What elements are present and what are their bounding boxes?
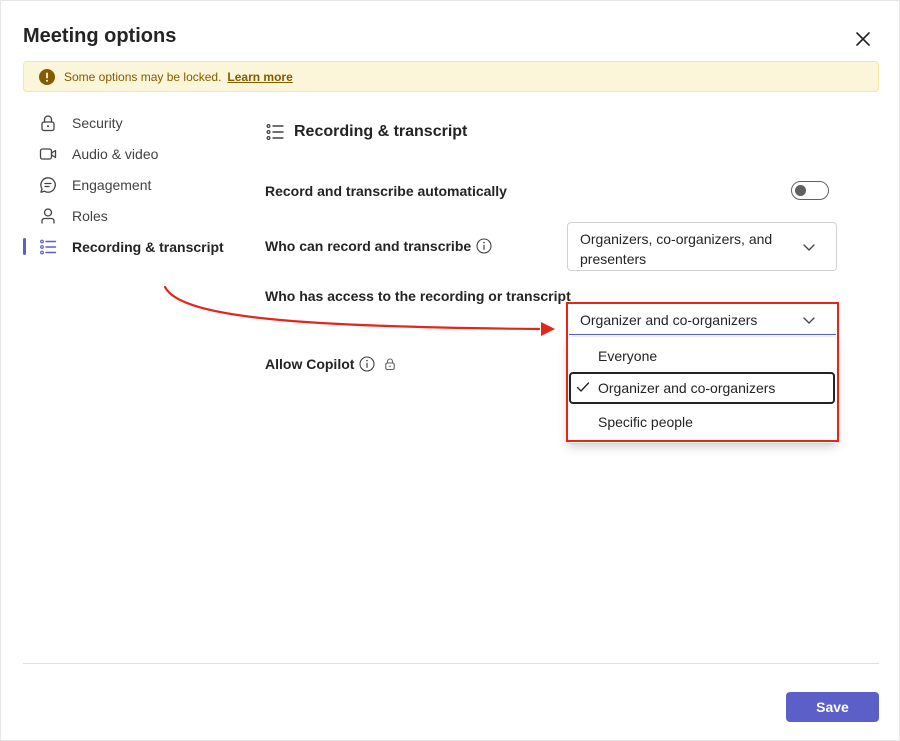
sidebar-item-security[interactable]: Security	[23, 107, 243, 138]
warning-icon	[39, 68, 55, 85]
banner-text: Some options may be locked.	[64, 69, 222, 84]
sidebar-item-engagement[interactable]: Engagement	[23, 169, 243, 200]
options-sidebar: Security Audio & video Engagement Roles	[23, 107, 243, 262]
footer-divider	[23, 663, 879, 664]
list-icon	[266, 123, 284, 141]
who-has-access-label-text: Who has access to the recording or trans…	[265, 288, 571, 304]
who-can-record-label-text: Who can record and transcribe	[265, 238, 472, 254]
sidebar-item-recording-transcript[interactable]: Recording & transcript	[23, 231, 243, 262]
who-can-record-value: Organizers, co-organizers, and presenter…	[580, 231, 773, 267]
sidebar-item-label: Audio & video	[72, 145, 159, 162]
dialog-title: Meeting options	[23, 25, 177, 47]
lock-icon	[41, 115, 55, 132]
access-options-listbox: Everyone Organizer and co-organizers Spe…	[567, 337, 837, 443]
sidebar-item-roles[interactable]: Roles	[23, 200, 243, 231]
close-button[interactable]	[851, 27, 875, 51]
sidebar-item-label: Recording & transcript	[72, 238, 224, 255]
who-has-access-label: Who has access to the recording or trans…	[265, 288, 571, 304]
who-has-access-value: Organizer and co-organizers	[580, 312, 758, 328]
learn-more-link[interactable]: Learn more	[227, 70, 292, 84]
section-title: Recording & transcript	[294, 123, 468, 140]
active-indicator	[23, 238, 26, 255]
record-auto-label-text: Record and transcribe automatically	[265, 183, 507, 199]
sidebar-item-label: Engagement	[72, 176, 152, 193]
who-has-access-dropdown[interactable]: Organizer and co-organizers	[569, 305, 836, 335]
allow-copilot-label-text: Allow Copilot	[265, 356, 355, 372]
who-can-record-dropdown[interactable]: Organizers, co-organizers, and presenter…	[567, 222, 837, 271]
who-can-record-label: Who can record and transcribe	[265, 238, 492, 254]
lock-icon	[385, 358, 396, 371]
close-icon	[856, 32, 870, 46]
option-label: Organizer and co-organizers	[598, 380, 776, 396]
option-organizer-co-organizers[interactable]: Organizer and co-organizers	[569, 372, 835, 404]
info-icon[interactable]	[359, 356, 375, 372]
section-header: Recording & transcript	[265, 122, 467, 142]
record-auto-toggle[interactable]	[791, 181, 829, 200]
toggle-knob	[795, 185, 806, 196]
chevron-down-icon	[803, 244, 815, 251]
record-auto-label: Record and transcribe automatically	[265, 183, 507, 199]
save-button[interactable]: Save	[786, 692, 879, 722]
sidebar-item-label: Security	[72, 114, 123, 131]
sidebar-item-label: Roles	[72, 207, 108, 224]
meeting-options-dialog: Meeting options Some options may be lock…	[0, 0, 900, 741]
checkmark-icon	[576, 382, 590, 392]
option-label: Everyone	[598, 348, 658, 364]
locked-options-banner: Some options may be locked. Learn more	[23, 61, 879, 92]
option-specific-people[interactable]: Specific people	[569, 406, 835, 438]
sidebar-item-audio-video[interactable]: Audio & video	[23, 138, 243, 169]
video-camera-icon	[39, 148, 57, 160]
list-icon	[40, 239, 57, 255]
info-icon[interactable]	[476, 238, 492, 254]
option-everyone[interactable]: Everyone	[569, 340, 835, 372]
chat-bubble-icon	[40, 177, 56, 193]
allow-copilot-label: Allow Copilot	[265, 356, 397, 372]
option-label: Specific people	[598, 414, 693, 430]
person-icon	[41, 208, 55, 224]
chevron-down-icon	[803, 317, 815, 324]
